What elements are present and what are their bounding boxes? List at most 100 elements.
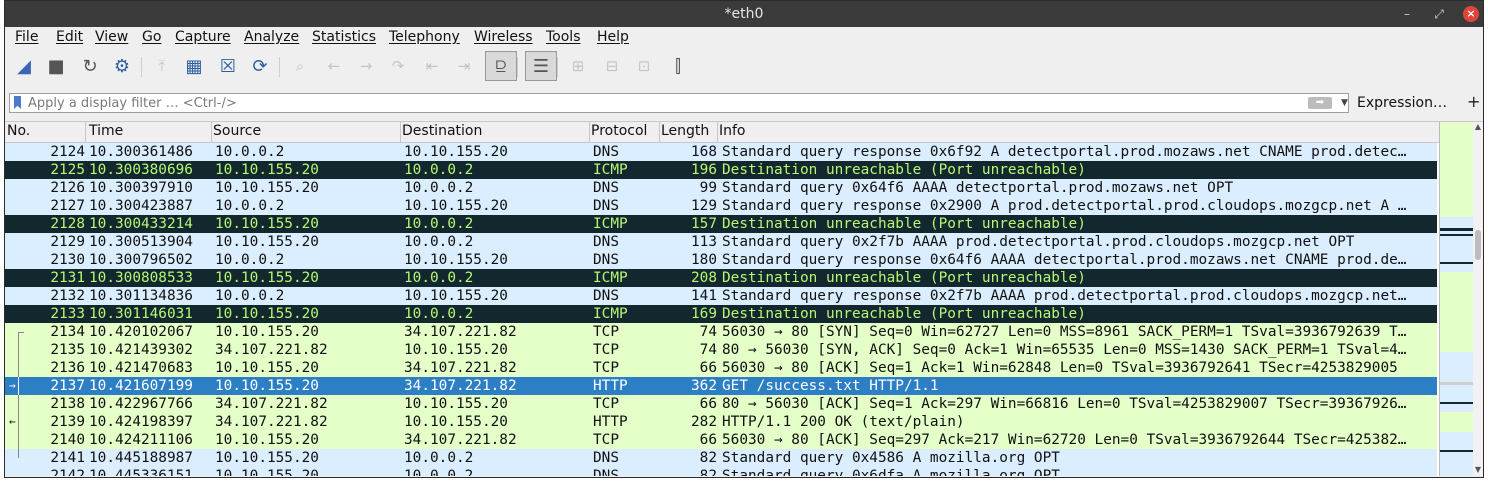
menu-analyze[interactable]: Analyze bbox=[244, 29, 299, 45]
packet-len-cell: 157 bbox=[691, 216, 717, 232]
packet-row[interactable]: → 2137 10.421607199 10.10.155.20 34.107.221.… bbox=[5, 377, 1437, 395]
packet-no-cell: 2130 bbox=[50, 252, 85, 268]
shark-fin-start-icon[interactable]: ◢ bbox=[11, 53, 37, 79]
col-info-header[interactable]: Info bbox=[719, 123, 746, 139]
menu-capture[interactable]: Capture bbox=[175, 29, 231, 45]
packet-dst-cell: 10.10.155.20 bbox=[404, 342, 508, 358]
capture-options-gear-icon[interactable]: ⚙ bbox=[109, 53, 135, 79]
zoom-in-icon[interactable]: ⊞ bbox=[565, 53, 591, 79]
apply-filter-icon[interactable]: ➡ bbox=[1308, 97, 1332, 109]
go-forward-icon[interactable]: → bbox=[353, 53, 379, 79]
reload-file-icon[interactable]: ⟳ bbox=[247, 53, 273, 79]
col-destination-header[interactable]: Destination bbox=[402, 123, 482, 139]
col-source-header[interactable]: Source bbox=[213, 123, 261, 139]
packet-row[interactable]: 2138 10.422967766 34.107.221.82 10.10.155.2… bbox=[5, 395, 1437, 413]
col-time-header[interactable]: Time bbox=[89, 123, 123, 139]
filter-bookmark-icon[interactable] bbox=[14, 96, 21, 109]
menu-go[interactable]: Go bbox=[142, 29, 161, 45]
go-first-icon[interactable]: ⇤ bbox=[419, 53, 445, 79]
packet-row[interactable]: 2140 10.424211106 10.10.155.20 34.107.221.8… bbox=[5, 431, 1437, 449]
packet-no-cell: 2136 bbox=[50, 360, 85, 376]
packet-row[interactable]: 2135 10.421439302 34.107.221.82 10.10.155.2… bbox=[5, 341, 1437, 359]
zoom-out-icon[interactable]: ⊟ bbox=[599, 53, 625, 79]
packet-row[interactable]: 2124 10.300361486 10.0.0.2 10.10.155.20 DNS 1… bbox=[5, 143, 1437, 161]
go-to-packet-icon[interactable]: ↷ bbox=[385, 53, 411, 79]
packet-src-cell: 10.10.155.20 bbox=[215, 378, 319, 394]
packet-dst-cell: 10.10.155.20 bbox=[404, 288, 508, 304]
vertical-scrollbar[interactable]: ▲ ▼ bbox=[1473, 122, 1483, 476]
packet-row[interactable]: 2128 10.300433214 10.10.155.20 10.0.0.2 ICMP… bbox=[5, 215, 1437, 233]
colorize-icon[interactable]: ☰ bbox=[525, 51, 557, 81]
packet-row[interactable]: 2126 10.300397910 10.10.155.20 10.0.0.2 DNS 9… bbox=[5, 179, 1437, 197]
filter-history-dropdown-icon[interactable]: ▼ bbox=[1341, 98, 1348, 108]
column-divider[interactable] bbox=[717, 122, 718, 142]
menu-file[interactable]: File bbox=[15, 29, 38, 45]
normal-size-icon[interactable]: ⊡ bbox=[631, 53, 657, 79]
close-file-icon[interactable]: ☒ bbox=[215, 53, 241, 79]
restart-capture-icon[interactable]: ↻ bbox=[77, 53, 103, 79]
open-file-icon[interactable]: ⤒ bbox=[149, 53, 175, 79]
menu-telephony[interactable]: Telephony bbox=[389, 29, 460, 45]
packet-row[interactable]: 2131 10.300808533 10.10.155.20 10.0.0.2 ICMP… bbox=[5, 269, 1437, 287]
col-length-header[interactable]: Length bbox=[661, 123, 709, 139]
scroll-up-icon[interactable]: ▲ bbox=[1473, 122, 1483, 131]
menu-edit[interactable]: Edit bbox=[56, 29, 83, 45]
packet-dst-cell: 10.0.0.2 bbox=[404, 468, 474, 476]
menu-view[interactable]: View bbox=[95, 29, 128, 45]
packet-proto-cell: HTTP bbox=[593, 378, 628, 394]
menu-wireless[interactable]: Wireless bbox=[474, 29, 533, 45]
packet-time-cell: 10.422967766 bbox=[89, 396, 193, 412]
close-window-button[interactable]: × bbox=[1463, 6, 1479, 22]
go-last-icon[interactable]: ⇥ bbox=[451, 53, 477, 79]
packet-row[interactable]: 2125 10.300380696 10.10.155.20 10.0.0.2 ICMP… bbox=[5, 161, 1437, 179]
packet-proto-cell: TCP bbox=[593, 342, 619, 358]
maximize-button[interactable]: ⤢ bbox=[1431, 6, 1447, 22]
packet-info-cell: Standard query 0x64f6 AAAA detectportal.… bbox=[722, 180, 1234, 196]
packet-info-cell: 56030 → 80 [SYN] Seq=0 Win=62727 Len=0 M… bbox=[722, 324, 1407, 340]
packet-info-cell: Standard query 0x4586 A mozilla.org OPT bbox=[722, 450, 1060, 466]
minimap-band bbox=[1440, 382, 1474, 385]
packet-time-cell: 10.300423887 bbox=[89, 198, 193, 214]
display-filter-input[interactable] bbox=[28, 94, 1288, 112]
packet-info-cell: HTTP/1.1 200 OK (text/plain) bbox=[722, 414, 965, 430]
packet-proto-cell: TCP bbox=[593, 324, 619, 340]
packet-minimap[interactable] bbox=[1439, 122, 1474, 476]
column-divider[interactable] bbox=[400, 122, 401, 142]
column-divider[interactable] bbox=[85, 122, 86, 142]
packet-row[interactable]: 2130 10.300796502 10.0.0.2 10.10.155.20 DNS 1… bbox=[5, 251, 1437, 269]
add-filter-button[interactable]: + bbox=[1467, 92, 1480, 111]
column-divider[interactable] bbox=[589, 122, 590, 142]
find-packet-icon[interactable]: ⌕ bbox=[287, 53, 313, 79]
menu-statistics[interactable]: Statistics bbox=[312, 29, 376, 45]
packet-len-cell: 129 bbox=[691, 198, 717, 214]
packet-row[interactable]: 2142 10.445336151 10.10.155.20 10.0.0.2 DNS 8… bbox=[5, 467, 1437, 476]
col-protocol-header[interactable]: Protocol bbox=[591, 123, 647, 139]
minimize-button[interactable]: – bbox=[1399, 6, 1415, 22]
col-no-header[interactable]: No. bbox=[7, 123, 30, 139]
resize-columns-icon[interactable]: ⫿ bbox=[665, 53, 691, 79]
packet-row[interactable]: ← 2139 10.424198397 34.107.221.82 10.10.155.… bbox=[5, 413, 1437, 431]
go-back-icon[interactable]: ← bbox=[321, 53, 347, 79]
packet-row[interactable]: 2134 10.420102067 10.10.155.20 34.107.221.8… bbox=[5, 323, 1437, 341]
scroll-thumb[interactable] bbox=[1475, 230, 1481, 260]
menu-help[interactable]: Help bbox=[597, 29, 629, 45]
packet-row[interactable]: 2127 10.300423887 10.0.0.2 10.10.155.20 DNS 1… bbox=[5, 197, 1437, 215]
packet-row[interactable]: 2132 10.301134836 10.0.0.2 10.10.155.20 DNS 1… bbox=[5, 287, 1437, 305]
expression-button[interactable]: Expression… bbox=[1357, 95, 1447, 111]
title-bar: *eth0 – ⤢ × bbox=[5, 1, 1483, 27]
packet-len-cell: 66 bbox=[699, 432, 717, 448]
save-file-icon[interactable]: ▦ bbox=[181, 53, 207, 79]
packet-row[interactable]: 2129 10.300513904 10.10.155.20 10.0.0.2 DNS 1… bbox=[5, 233, 1437, 251]
column-divider[interactable] bbox=[211, 122, 212, 142]
packet-row[interactable]: 2136 10.421470683 10.10.155.20 34.107.221.8… bbox=[5, 359, 1437, 377]
column-divider[interactable] bbox=[659, 122, 660, 142]
autoscroll-icon[interactable]: ⫒ bbox=[485, 51, 517, 81]
menu-tools[interactable]: Tools bbox=[546, 29, 581, 45]
packet-row[interactable]: 2141 10.445188987 10.10.155.20 10.0.0.2 DNS 8… bbox=[5, 449, 1437, 467]
packet-proto-cell: ICMP bbox=[593, 216, 628, 232]
packet-no-cell: 2138 bbox=[50, 396, 85, 412]
packet-row[interactable]: 2133 10.301146031 10.10.155.20 10.0.0.2 ICMP… bbox=[5, 305, 1437, 323]
minimap-band bbox=[1440, 234, 1474, 236]
scroll-down-icon[interactable]: ▼ bbox=[1473, 465, 1483, 474]
stop-capture-icon[interactable]: ■ bbox=[43, 53, 69, 79]
